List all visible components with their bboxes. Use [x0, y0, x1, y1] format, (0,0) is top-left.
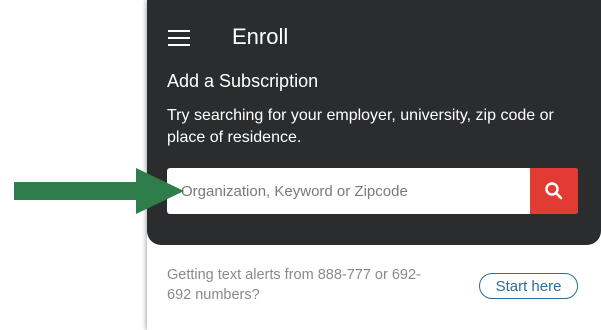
menu-bar-top — [168, 30, 190, 32]
search-icon — [545, 182, 563, 200]
search-input[interactable] — [167, 168, 530, 214]
subscription-description: Try searching for your employer, univers… — [167, 107, 554, 146]
page-title: Enroll — [232, 24, 289, 49]
search-bar — [167, 168, 578, 214]
enroll-header-panel: Enroll Add a Subscription Try searching … — [147, 0, 601, 245]
text-alerts-prompt: Getting text alerts from 888-777 or 692-… — [167, 267, 421, 303]
right-arrow-icon — [14, 168, 184, 214]
subscription-heading: Add a Subscription — [167, 71, 319, 91]
screenshot-stage: Enroll Add a Subscription Try searching … — [0, 0, 601, 330]
app-screen: Enroll Add a Subscription Try searching … — [147, 0, 601, 330]
start-here-button[interactable]: Start here — [479, 273, 578, 299]
search-button[interactable] — [530, 168, 578, 214]
hamburger-menu-icon[interactable] — [168, 28, 190, 46]
menu-bar-middle — [168, 37, 190, 39]
menu-bar-bottom — [168, 44, 190, 46]
